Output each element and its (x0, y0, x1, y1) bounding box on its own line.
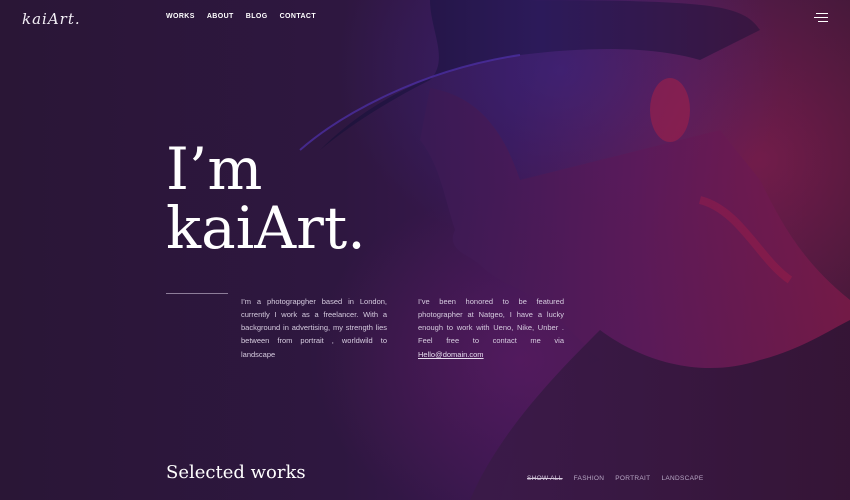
hero-portrait-image (299, 0, 850, 500)
nav-works-link[interactable]: WORKS (166, 13, 195, 20)
intro-text-right-body: I’ve been honored to be featured photogr… (418, 296, 564, 346)
intro-text-right: I’ve been honored to be featured photogr… (418, 295, 564, 361)
filter-fashion[interactable]: FASHION (574, 475, 605, 482)
filter-portrait[interactable]: PORTRAIT (615, 475, 650, 482)
hero-title: I’m kaiArt. (166, 140, 366, 258)
intro-divider (166, 293, 228, 294)
intro-text-left: I’m a photograpgher based in London, cur… (241, 296, 387, 359)
hero-title-line1: I’m (166, 135, 263, 203)
contact-email-link[interactable]: Hello@domain.com (418, 350, 484, 359)
main-nav: WORKS ABOUT BLOG CONTACT (166, 13, 316, 20)
hamburger-menu-icon[interactable] (814, 12, 828, 24)
filter-landscape[interactable]: LANDSCAPE (661, 475, 703, 482)
selected-works-title: Selected works (166, 462, 306, 483)
nav-about-link[interactable]: ABOUT (207, 13, 234, 20)
works-filter-bar: SHOW ALL FASHION PORTRAIT LANDSCAPE (527, 475, 704, 482)
filter-show-all[interactable]: SHOW ALL (527, 475, 563, 482)
nav-contact-link[interactable]: CONTACT (280, 13, 317, 20)
hero-title-line2: kaiArt. (166, 194, 366, 262)
nav-blog-link[interactable]: BLOG (246, 13, 268, 20)
brand-logo[interactable]: kaiArt. (22, 10, 81, 28)
